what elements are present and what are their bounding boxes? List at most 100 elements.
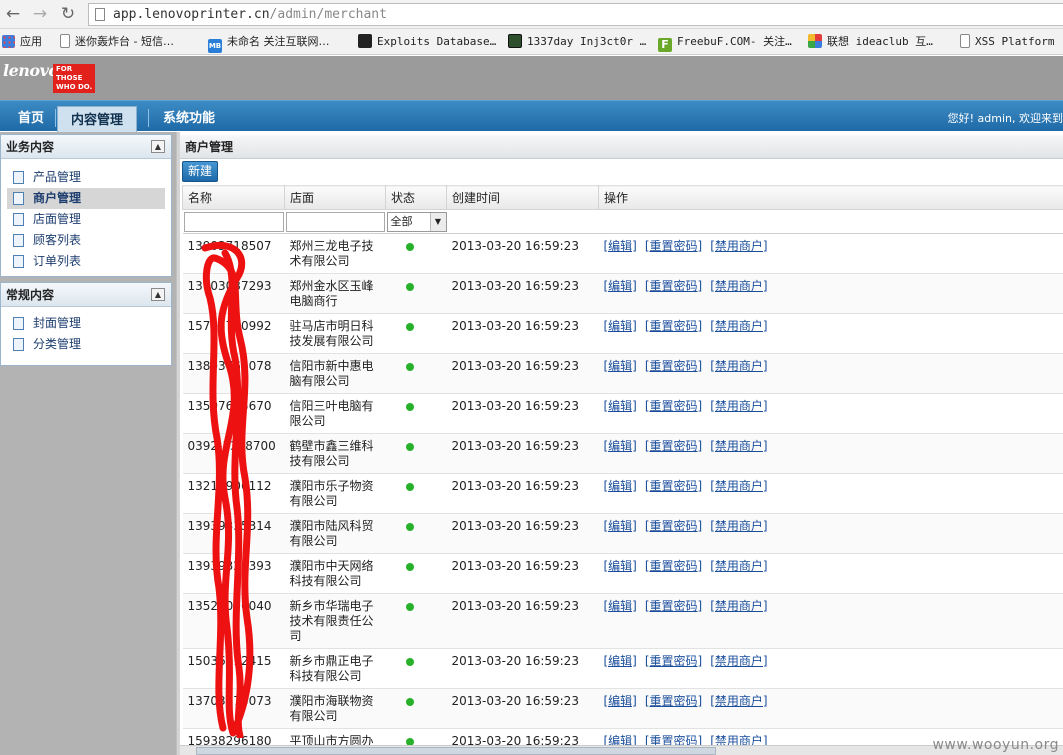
edit-link[interactable]: [编辑] [604,479,637,493]
merchant-created-cell: 2013-03-20 16:59:23 [446,393,599,434]
merchant-actions-cell: [编辑] [重置密码] [禁用商户] [598,648,1063,689]
reload-icon[interactable]: ↻ [58,4,78,24]
bookmark-xss-platform[interactable]: XSS Platform [960,29,1054,54]
merchant-status-cell [385,593,447,649]
merchant-shop-cell: 新乡市鼎正电子科技有限公司 [284,648,386,689]
bookmark-exploit-db[interactable]: Exploits Database… [358,29,496,54]
merchant-actions-cell: [编辑] [重置密码] [禁用商户] [598,688,1063,729]
shop-filter-input[interactable] [285,211,385,232]
bookmark-lenovo-ideaclub[interactable]: 联想 ideaclub 互… [808,29,933,54]
reset-password-link[interactable]: [重置密码] [645,694,702,708]
disable-merchant-link[interactable]: [禁用商户] [710,479,767,493]
edit-link[interactable]: [编辑] [604,654,637,668]
sidebar-panel-business: 业务内容 ▲ 产品管理 商户管理 店面管理 顾客列表 订单列表 [0,134,172,277]
name-filter-input[interactable] [183,211,284,232]
bookmark-1337day[interactable]: 1337day Inj3ct0r … [508,29,646,54]
page-title: 商户管理 [180,135,1063,159]
sidebar-item-merchants[interactable]: 商户管理 [7,188,165,209]
column-header-status[interactable]: 状态 [385,185,447,210]
table-row: 13939335314 濮阳市陆风科贸有限公司 2013-03-20 16:59:2… [182,513,1063,554]
new-merchant-button[interactable]: 新建 [182,161,218,182]
sidebar-item-stores[interactable]: 店面管理 [7,209,165,230]
reset-password-link[interactable]: [重置密码] [645,479,702,493]
bookmark-mb[interactable]: MB 未命名 关注互联网… [208,29,330,54]
merchant-created-cell: 2013-03-20 16:59:23 [446,353,599,394]
reset-password-link[interactable]: [重置密码] [645,654,702,668]
shop-name: 信阳三叶电脑有限公司 [289,399,374,428]
merchant-name-cell: 13903037293 [182,273,285,314]
edit-link[interactable]: [编辑] [604,319,637,333]
address-bar[interactable]: app.lenovoprinter.cn/admin/merchant [88,3,1063,26]
status-filter-select[interactable]: 全部 ▼ [386,211,447,232]
reset-password-link[interactable]: [重置密码] [645,519,702,533]
reset-password-link[interactable]: [重置密码] [645,599,702,613]
disable-merchant-link[interactable]: [禁用商户] [710,559,767,573]
reset-password-link[interactable]: [重置密码] [645,439,702,453]
reset-password-link[interactable]: [重置密码] [645,239,702,253]
column-header-shop[interactable]: 店面 [284,185,386,210]
sidebar-item-orders[interactable]: 订单列表 [7,251,165,272]
disable-merchant-link[interactable]: [禁用商户] [710,599,767,613]
forward-arrow-icon[interactable]: → [30,4,50,24]
shop-name: 驻马店市明日科技发展有限公司 [289,319,374,348]
reset-password-link[interactable]: [重置密码] [645,559,702,573]
disable-merchant-link[interactable]: [禁用商户] [710,694,767,708]
document-icon [13,234,24,247]
merchant-status-cell [385,553,447,594]
disable-merchant-link[interactable]: [禁用商户] [710,359,767,373]
page-icon [95,8,105,21]
bookmark-label: 应用 [20,35,42,48]
edit-link[interactable]: [编辑] [604,519,637,533]
disable-merchant-link[interactable]: [禁用商户] [710,279,767,293]
reset-password-link[interactable]: [重置密码] [645,319,702,333]
nav-system-functions[interactable]: 系统功能 [150,105,228,132]
merchant-status-cell [385,648,447,689]
nav-home[interactable]: 首页 [5,105,57,132]
sidebar-item-customers[interactable]: 顾客列表 [7,230,165,251]
disable-merchant-link[interactable]: [禁用商户] [710,399,767,413]
reset-password-link[interactable]: [重置密码] [645,399,702,413]
edit-link[interactable]: [编辑] [604,239,637,253]
reset-password-link[interactable]: [重置密码] [645,359,702,373]
filter-cell: 全部 ▼ [385,209,447,234]
scrollbar-thumb[interactable] [196,747,716,755]
merchant-shop-cell: 鹤壁市鑫三维科技有限公司 [284,433,386,474]
disable-merchant-link[interactable]: [禁用商户] [710,319,767,333]
edit-link[interactable]: [编辑] [604,559,637,573]
edit-link[interactable]: [编辑] [604,359,637,373]
edit-link[interactable]: [编辑] [604,439,637,453]
reset-password-link[interactable]: [重置密码] [645,279,702,293]
sidebar-item-products[interactable]: 产品管理 [7,167,165,188]
back-arrow-icon[interactable]: ← [3,4,23,24]
horizontal-scrollbar[interactable] [180,745,1063,755]
status-active-icon [405,323,414,331]
bookmark-freebuf[interactable]: F FreebuF.COM- 关注… [658,29,792,54]
bookmarks-bar: 应用 迷你轰炸台 - 短信… MB 未命名 关注互联网… Exploits Dat… [0,29,1063,55]
edit-link[interactable]: [编辑] [604,399,637,413]
merchant-actions-cell: [编辑] [重置密码] [禁用商户] [598,433,1063,474]
bookmark-sms[interactable]: 迷你轰炸台 - 短信… [60,29,174,54]
sidebar-item-categories[interactable]: 分类管理 [7,334,165,355]
column-header-created[interactable]: 创建时间 [446,185,599,210]
shop-name: 濮阳市海联物资有限公司 [289,694,374,723]
merchant-actions-cell: [编辑] [重置密码] [禁用商户] [598,233,1063,274]
edit-link[interactable]: [编辑] [604,694,637,708]
disable-merchant-link[interactable]: [禁用商户] [710,439,767,453]
merchant-name-cell: 13703473073 [182,688,285,729]
disable-merchant-link[interactable]: [禁用商户] [710,519,767,533]
edit-link[interactable]: [编辑] [604,279,637,293]
bookmark-apps[interactable]: 应用 [2,29,42,54]
collapse-up-icon[interactable]: ▲ [151,288,165,301]
nav-content-management[interactable]: 内容管理 [57,106,138,133]
sidebar-item-covers[interactable]: 封面管理 [7,313,165,334]
collapse-up-icon[interactable]: ▲ [151,140,165,153]
status-active-icon [405,443,414,451]
disable-merchant-link[interactable]: [禁用商户] [710,239,767,253]
status-filter-value: 全部 [390,214,413,228]
merchant-created-cell: 2013-03-20 16:59:23 [446,593,599,649]
disable-merchant-link[interactable]: [禁用商户] [710,654,767,668]
sidebar-item-label: 产品管理 [33,170,82,184]
column-header-name[interactable]: 名称 [182,185,285,210]
sidebar-item-label: 顾客列表 [33,233,82,247]
edit-link[interactable]: [编辑] [604,599,637,613]
